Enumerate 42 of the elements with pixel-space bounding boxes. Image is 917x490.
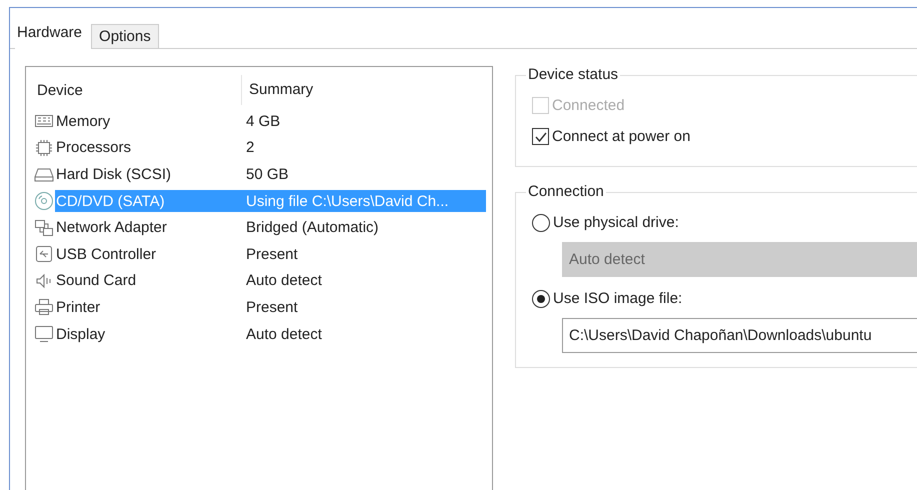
device-summary: 50 GB: [245, 166, 290, 183]
radio-button[interactable]: [532, 290, 550, 308]
device-row[interactable]: USB Controller Present: [55, 243, 486, 266]
device-summary: 4 GB: [245, 112, 282, 130]
device-summary: Auto detect: [245, 272, 323, 290]
checkbox-label: Connect at power on: [552, 128, 690, 145]
device-summary: Using file C:\Users\David Ch...: [245, 192, 450, 210]
cd-icon: [34, 191, 54, 212]
device-summary: Present: [245, 246, 299, 263]
device-row[interactable]: Sound Card Auto detect: [55, 270, 486, 292]
device-name: Memory: [56, 112, 112, 130]
printer-icon: [34, 297, 54, 318]
device-row[interactable]: Network Adapter Bridged (Automatic): [55, 216, 486, 239]
radio-label: Use physical drive:: [553, 214, 679, 231]
device-row[interactable]: Memory 4 GB: [55, 110, 486, 132]
device-name: Network Adapter: [56, 219, 168, 236]
display-icon: [34, 324, 54, 344]
tab[interactable]: Options: [91, 24, 159, 48]
device-row[interactable]: Display Auto detect: [55, 323, 486, 346]
device-name: CD/DVD (SATA): [56, 192, 166, 210]
device-summary: Present: [245, 298, 299, 316]
processor-icon: [34, 138, 54, 158]
device-name: USB Controller: [56, 246, 158, 263]
network-icon: [34, 218, 54, 238]
device-summary: Auto detect: [245, 326, 323, 343]
device-row[interactable]: Hard Disk (SCSI) 50 GB: [55, 163, 486, 186]
device-name: Processors: [56, 139, 132, 156]
checkbox-label: Connected: [552, 97, 625, 114]
usb-icon: [34, 244, 54, 264]
iso-path-field[interactable]: C:\Users\David Chapoñan\Downloads\ubuntu: [562, 318, 917, 353]
device-summary: 2: [245, 139, 256, 156]
device-row[interactable]: Printer Present: [55, 296, 486, 318]
radio-label: Use ISO image file:: [553, 290, 682, 307]
device-name: Printer: [56, 298, 102, 316]
column-header: Device: [36, 82, 84, 98]
checkbox[interactable]: [532, 128, 549, 145]
device-name: Display: [56, 326, 106, 343]
device-name: Sound Card: [56, 272, 138, 290]
device-name: Hard Disk (SCSI): [56, 166, 172, 183]
device-row[interactable]: Processors 2: [55, 136, 486, 159]
column-header: Summary: [241, 75, 492, 105]
device-summary: Bridged (Automatic): [245, 219, 380, 236]
